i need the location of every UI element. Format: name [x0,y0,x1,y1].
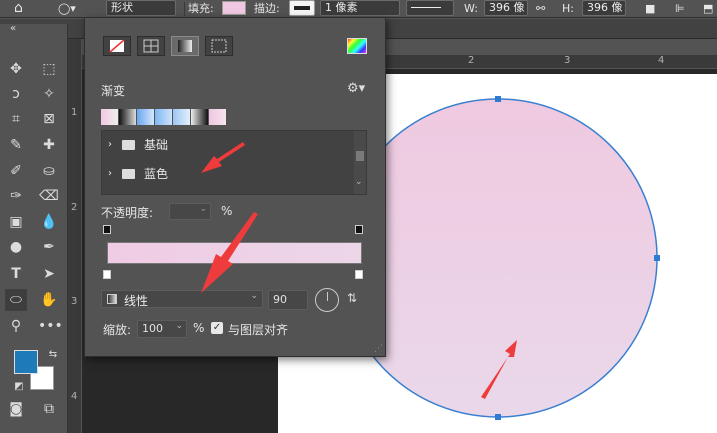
gradient-swatch[interactable] [137,109,155,125]
resize-grip-icon[interactable]: ⋰ [374,344,383,354]
folder-icon [122,169,135,179]
opacity-stop-right[interactable] [355,225,363,234]
scale-label: 缩放: [103,323,132,337]
align-with-layer-label: 与图层对齐 [228,323,289,337]
gradient-swatch[interactable] [191,109,209,125]
align-with-layer-checkbox[interactable]: ✓ [211,322,223,334]
gradient-preview-bar[interactable] [107,242,362,264]
gradient-style-value: 线性 [124,294,149,308]
chevron-down-icon: ⌄ [199,204,207,214]
solid-color-button[interactable] [137,36,165,56]
chevron-down-icon[interactable]: ⌄ [355,177,363,187]
gradient-swatch[interactable] [155,109,173,125]
gradient-swatch[interactable] [173,109,191,125]
gradient-style-select[interactable]: 线性 ⌄ [101,290,263,308]
gradient-presets-row [101,109,227,125]
gradient-button[interactable] [171,36,199,56]
opacity-stop-left[interactable] [103,225,111,234]
chevron-right-icon: › [108,168,112,179]
gradient-fill-panel: 渐变 ⚙▾ › 基础 › 蓝色 ⌄ 不透明度: ⌄ % 线性 ⌄ 90 ⇅ 缩放… [84,17,386,357]
opacity-label: 不透明度: [101,206,154,220]
folder-icon [122,140,135,150]
foreground-color-swatch[interactable] [14,350,38,374]
chevron-down-icon: ⌄ [175,321,183,331]
color-stop-right[interactable] [355,270,363,279]
no-fill-button[interactable] [103,36,131,56]
reverse-gradient-icon[interactable]: ⇅ [347,291,357,305]
angle-dial[interactable] [315,288,339,312]
chevron-down-icon: ⌄ [250,291,258,301]
settings-gear-icon[interactable]: ⚙▾ [347,81,365,96]
scale-field[interactable]: 100 ⌄ [137,320,187,338]
opacity-field[interactable]: ⌄ [169,203,211,220]
scale-unit: % [193,321,205,335]
folder-row-basic[interactable]: › 基础 [102,131,356,159]
folder-label: 基础 [144,138,169,152]
scale-value: 100 [142,322,163,335]
color-stop-left[interactable] [103,270,111,279]
gradient-swatch[interactable] [209,109,227,125]
color-picker-icon[interactable] [347,38,367,54]
gradient-swatch[interactable] [119,109,137,125]
pattern-button[interactable] [205,36,233,56]
gradients-section-label: 渐变 [101,84,126,98]
opacity-unit: % [221,204,233,218]
chevron-right-icon: › [108,139,112,150]
gradient-folder-list: › 基础 › 蓝色 ⌄ [101,130,367,195]
linear-gradient-icon [107,294,117,304]
gradient-swatch[interactable] [101,109,119,125]
folder-label: 蓝色 [144,167,169,181]
folder-row-blue[interactable]: › 蓝色 [102,160,356,188]
angle-field[interactable]: 90 [268,290,308,310]
angle-value: 90 [273,293,287,306]
list-scrollbar[interactable]: ⌄ [354,131,366,194]
